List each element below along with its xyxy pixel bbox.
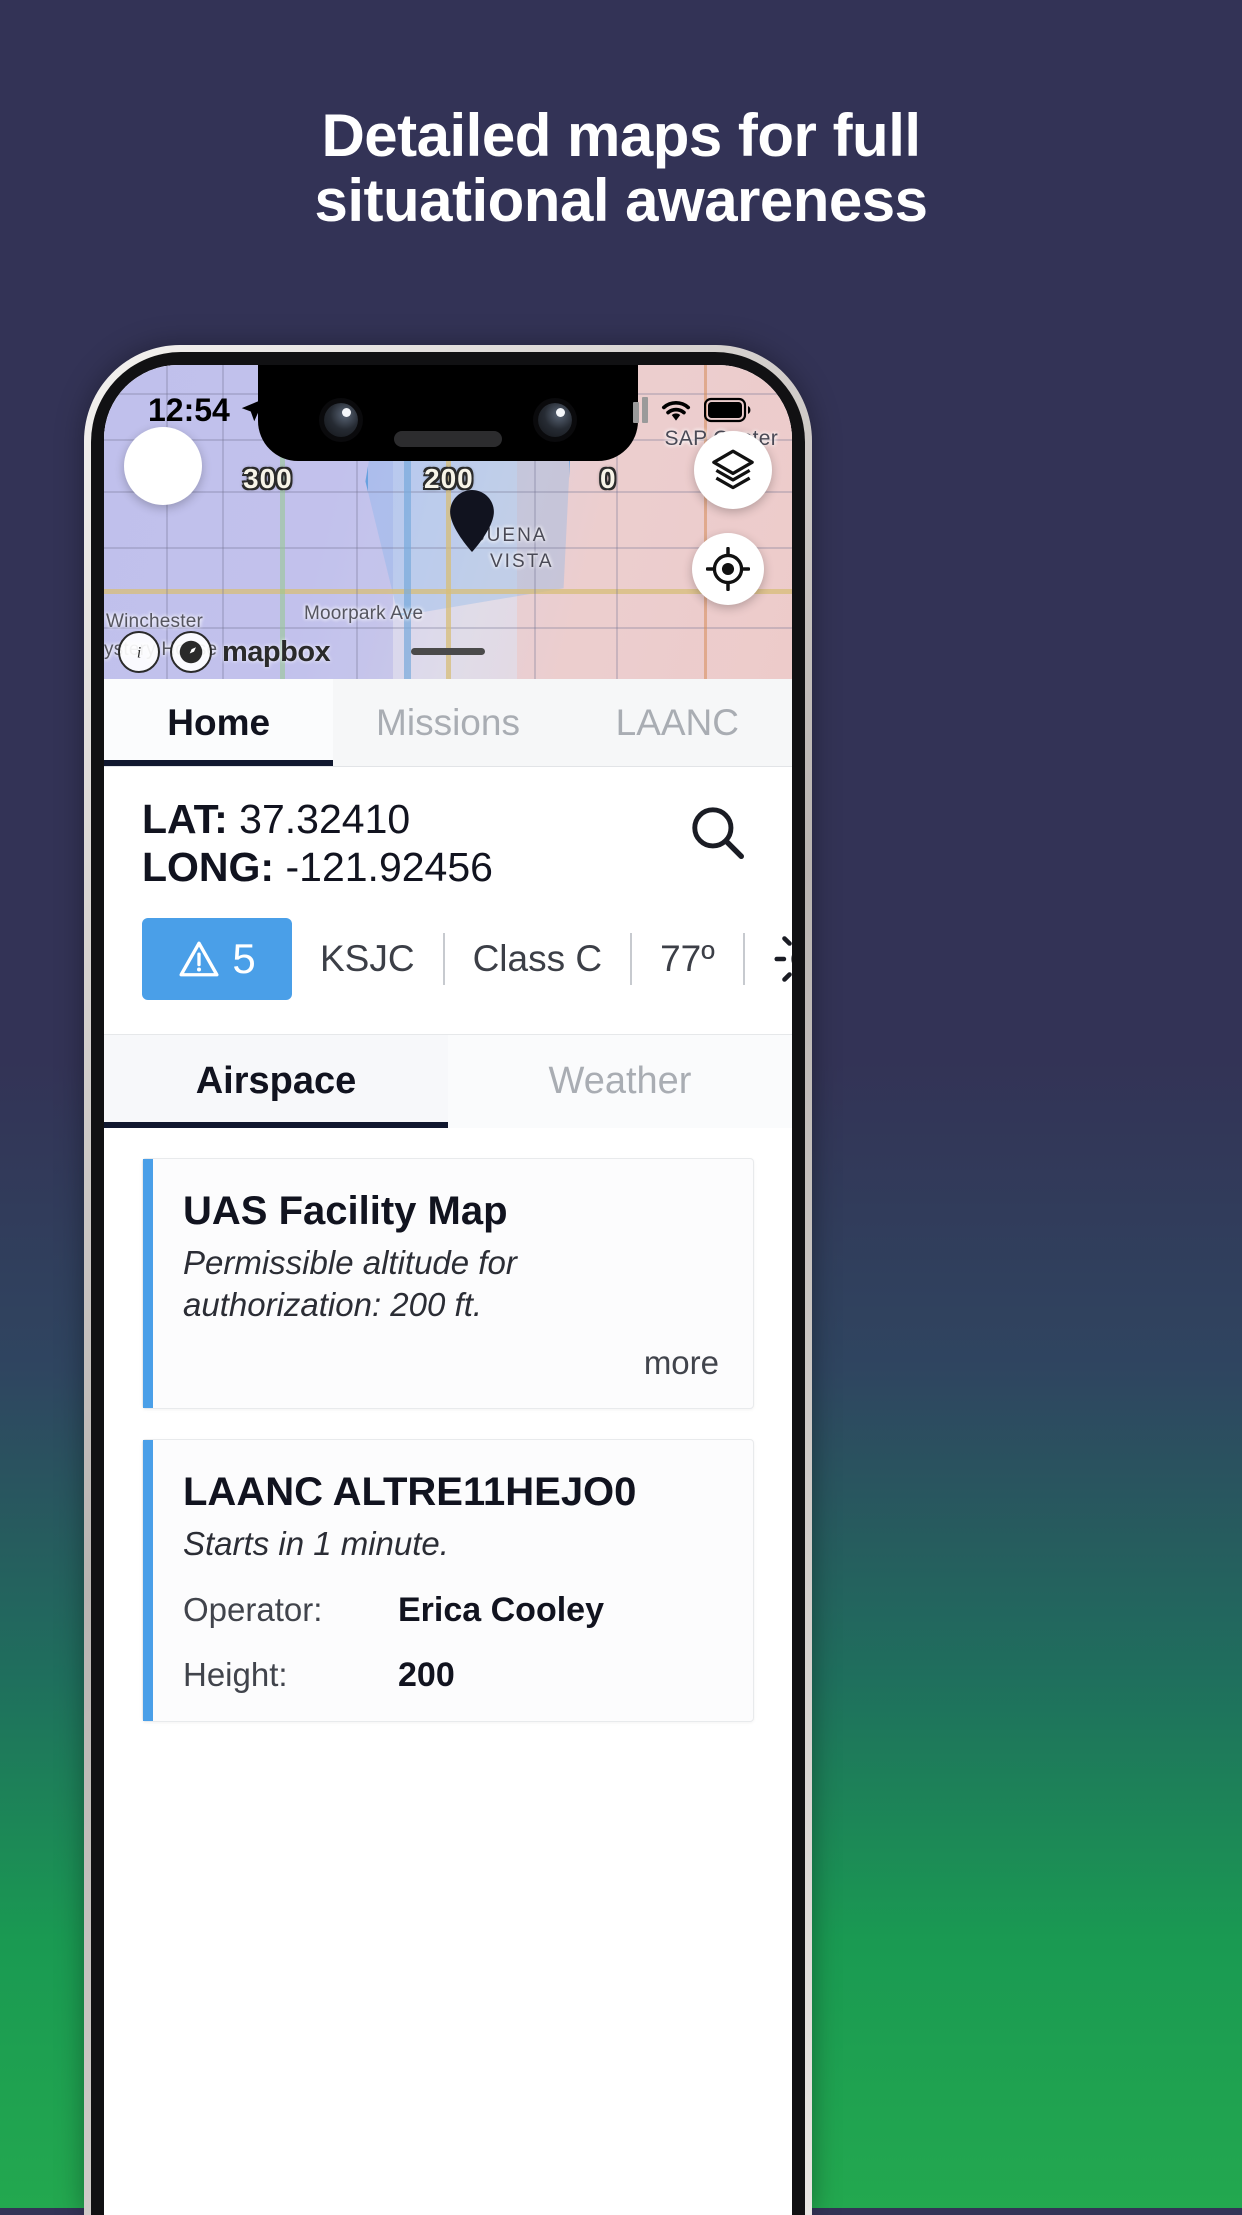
- card-subtitle: Permissible altitude for authorization: …: [183, 1243, 517, 1323]
- tab-airspace[interactable]: Airspace: [104, 1034, 448, 1128]
- longitude-value: -121.92456: [285, 844, 493, 891]
- latitude-row: LAT: 37.32410: [142, 795, 754, 843]
- sub-tab-bar: Airspace Weather: [104, 1033, 792, 1128]
- card-more-link[interactable]: more: [183, 1344, 719, 1382]
- sheet-grabber[interactable]: [411, 648, 485, 655]
- earpiece-speaker: [394, 431, 502, 447]
- sensor-highlight: [556, 408, 565, 417]
- chip-temperature: 77º: [660, 937, 715, 979]
- weather-icon-wrap: [745, 927, 792, 991]
- operator-label: Operator:: [183, 1591, 323, 1629]
- height-label: Height:: [183, 1656, 288, 1694]
- tab-home[interactable]: Home: [104, 679, 334, 766]
- map-menu-button[interactable]: [124, 427, 202, 505]
- place-label-winchester: Winchester: [106, 611, 204, 632]
- sun-icon: [774, 935, 792, 982]
- phone-notch: [258, 365, 638, 461]
- main-tab-bar: Home Missions LAANC: [104, 679, 792, 767]
- card-title: LAANC ALTRE11HEJO0: [183, 1470, 637, 1515]
- longitude-label: LONG:: [142, 844, 275, 891]
- longitude-row: LONG: -121.92456: [142, 843, 754, 891]
- phone-mockup: 12:54 300 200 0 SAP BUENA VISTA Moorpark…: [84, 345, 812, 2215]
- warning-triangle-icon: [179, 941, 219, 977]
- operator-value: Erica Cooley: [398, 1591, 604, 1630]
- map-layers-icon: [712, 449, 754, 490]
- svg-text:i: i: [137, 645, 141, 662]
- place-label-moorpark-ave: Moorpark Ave: [304, 603, 424, 624]
- search-icon: [692, 807, 744, 859]
- coordinates-block: LAT: 37.32410 LONG: -121.92456: [104, 767, 792, 892]
- map-road-orange: [704, 365, 707, 679]
- promo-heading-line-2: situational awareness: [314, 166, 928, 234]
- info-icon[interactable]: i: [118, 631, 160, 673]
- advisory-count: 5: [232, 934, 256, 982]
- search-button[interactable]: [686, 801, 748, 863]
- card-subtitle: Starts in 1 minute.: [183, 1525, 449, 1563]
- latitude-label: LAT:: [142, 796, 228, 842]
- map-attribution[interactable]: i mapbox: [118, 631, 331, 673]
- latitude-value: 37.32410: [239, 796, 411, 842]
- tab-weather[interactable]: Weather: [448, 1034, 792, 1128]
- advisory-card-uas-facility-map[interactable]: UAS Facility Map Permissible altitude fo…: [142, 1157, 754, 1410]
- promo-heading: Detailed maps for full situational aware…: [0, 102, 1242, 234]
- phone-screen: 12:54 300 200 0 SAP BUENA VISTA Moorpark…: [104, 365, 792, 2215]
- card-row-height: Height: 200: [183, 1656, 719, 1695]
- card-title: UAS Facility Map: [183, 1188, 508, 1233]
- face-id-sensor-icon: [538, 403, 572, 437]
- altitude-label-300: 300: [243, 463, 293, 494]
- map-pin-icon[interactable]: [449, 490, 495, 552]
- front-camera-icon: [324, 403, 358, 437]
- height-value: 200: [398, 1656, 455, 1695]
- advisory-count-badge[interactable]: 5: [142, 917, 292, 1000]
- map-layers-button[interactable]: [694, 431, 772, 509]
- locate-me-icon: [706, 547, 750, 591]
- altitude-label-0: 0: [600, 463, 617, 494]
- camera-highlight: [342, 408, 351, 417]
- chip-airport: KSJC: [320, 937, 415, 979]
- promo-heading-line-1: Detailed maps for full: [321, 102, 921, 169]
- chip-airspace-class: Class C: [472, 937, 603, 979]
- mapbox-wordmark: mapbox: [222, 635, 331, 668]
- mapbox-logo-icon: [170, 631, 212, 673]
- place-label-vista: VISTA: [490, 551, 554, 572]
- advisory-card-laanc[interactable]: LAANC ALTRE11HEJO0 Starts in 1 minute. O…: [142, 1439, 754, 1723]
- info-chips-row: 5 KSJC Class C 77º: [104, 891, 792, 1034]
- advisory-card-list: UAS Facility Map Permissible altitude fo…: [104, 1127, 792, 1723]
- card-row-operator: Operator: Erica Cooley: [183, 1591, 719, 1630]
- tab-laanc[interactable]: LAANC: [562, 679, 792, 766]
- tab-missions[interactable]: Missions: [333, 679, 563, 766]
- map-locate-button[interactable]: [692, 533, 764, 605]
